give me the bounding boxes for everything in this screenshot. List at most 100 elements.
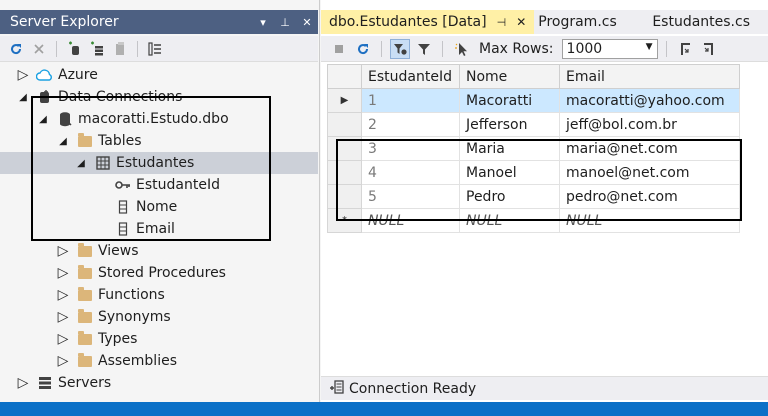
tree-item-label: Views [98, 243, 139, 259]
new-row[interactable]: * NULL NULL NULL [327, 208, 740, 233]
cell-nome[interactable]: Jefferson [459, 112, 560, 137]
connect-sharepoint-icon[interactable] [110, 39, 130, 59]
tree-item-database-connection[interactable]: ◢ macoratti.Estudo.dbo [0, 108, 318, 130]
pin-icon[interactable]: ⊥ [274, 16, 296, 29]
tree-item-assemblies[interactable]: ▷ Assemblies [0, 350, 318, 372]
max-rows-label: Max Rows: [479, 40, 554, 57]
refresh-icon[interactable] [6, 39, 26, 59]
tab-estudantes-data[interactable]: dbo.Estudantes [Data] ⊣ ✕ [321, 10, 535, 34]
tree-item-label: Nome [136, 199, 178, 215]
cell-nome[interactable]: Manoel [459, 160, 560, 185]
cell-email[interactable]: NULL [559, 208, 740, 233]
tab-label: dbo.Estudantes [Data] [329, 14, 487, 30]
tree-item-table-estudantes[interactable]: ◢ Estudantes [0, 152, 318, 174]
collapse-icon[interactable]: ◢ [36, 112, 50, 126]
expand-icon[interactable]: ▷ [56, 331, 70, 347]
cell-nome[interactable]: Macoratti [459, 88, 560, 113]
server-explorer-panel: Server Explorer ▾ ⊥ ✕ ▷ Azure ◢ Data Con… [0, 0, 320, 416]
chevron-down-icon[interactable]: ▼ [646, 42, 653, 52]
tree-item-functions[interactable]: ▷ Functions [0, 284, 318, 306]
connect-server-icon[interactable] [87, 39, 107, 59]
toolbar-separator [137, 40, 138, 57]
panel-title: Server Explorer [10, 14, 119, 30]
window-position-icon[interactable]: ▾ [252, 16, 274, 29]
cell-email[interactable]: manoel@net.com [559, 160, 740, 185]
table-row[interactable]: 3 Maria maria@net.com [327, 136, 740, 161]
properties-icon[interactable] [145, 39, 165, 59]
row-header[interactable]: ▶ [327, 88, 362, 113]
tree-item-azure[interactable]: ▷ Azure [0, 64, 318, 86]
cell-email[interactable]: pedro@net.com [559, 184, 740, 209]
cell-estudanteid[interactable]: 3 [361, 136, 460, 161]
toolbar-separator [665, 40, 667, 57]
tree-item-label: Email [136, 221, 175, 237]
row-header[interactable]: * [327, 208, 362, 233]
collapse-icon[interactable]: ◢ [56, 134, 70, 148]
max-rows-dropdown[interactable]: 1000 ▼ [561, 38, 658, 59]
connect-database-icon[interactable] [64, 39, 84, 59]
tree-item-label: Types [98, 331, 138, 347]
tree-item-label: Assemblies [98, 353, 177, 369]
script-icon[interactable] [451, 39, 471, 59]
cell-estudanteid[interactable]: 4 [361, 160, 460, 185]
table-row[interactable]: 5 Pedro pedro@net.com [327, 184, 740, 209]
collapse-icon[interactable]: ◢ [16, 90, 30, 104]
cell-email[interactable]: maria@net.com [559, 136, 740, 161]
expand-icon[interactable]: ▷ [56, 353, 70, 369]
cell-estudanteid[interactable]: 5 [361, 184, 460, 209]
row-header[interactable] [327, 160, 362, 185]
data-connections-icon [36, 88, 54, 106]
tab-estudantes-cs[interactable]: Estudantes.cs [644, 10, 768, 34]
stop-icon[interactable] [29, 39, 49, 59]
pin-icon[interactable]: ⊣ [497, 16, 507, 29]
status-bar: Connection Ready [321, 376, 768, 400]
pivot-alt-icon[interactable] [699, 39, 719, 59]
server-explorer-title-bar: Server Explorer ▾ ⊥ ✕ [0, 10, 318, 34]
cell-nome[interactable]: Maria [459, 136, 560, 161]
close-icon[interactable]: ✕ [516, 15, 526, 29]
cell-estudanteid[interactable]: 2 [361, 112, 460, 137]
tree-item-synonyms[interactable]: ▷ Synonyms [0, 306, 318, 328]
cell-nome[interactable]: NULL [459, 208, 560, 233]
ide-status-bar [0, 402, 768, 416]
refresh-icon[interactable] [353, 39, 373, 59]
table-row[interactable]: 4 Manoel manoel@net.com [327, 160, 740, 185]
grid-corner-cell[interactable] [327, 64, 362, 89]
collapse-icon[interactable]: ◢ [74, 156, 88, 170]
expander-placeholder [94, 178, 108, 192]
tree-item-column-nome[interactable]: Nome [0, 196, 318, 218]
tree-item-servers[interactable]: ▷ Servers [0, 372, 318, 394]
column-header-nome[interactable]: Nome [459, 64, 560, 89]
column-header-email[interactable]: Email [559, 64, 740, 89]
sort-filter-icon[interactable] [390, 38, 410, 59]
cell-estudanteid[interactable]: 1 [361, 88, 460, 113]
close-icon[interactable]: ✕ [296, 16, 318, 29]
pivot-icon[interactable] [675, 39, 695, 59]
tab-program-cs[interactable]: Program.cs [534, 10, 625, 34]
stop-icon[interactable] [329, 39, 349, 59]
tree-item-views[interactable]: ▷ Views [0, 240, 318, 262]
table-row[interactable]: 2 Jefferson jeff@bol.com.br [327, 112, 740, 137]
row-header[interactable] [327, 112, 362, 137]
cell-email[interactable]: macoratti@yahoo.com [559, 88, 740, 113]
column-header-estudanteid[interactable]: EstudanteId [361, 64, 460, 89]
expand-icon[interactable]: ▷ [56, 265, 70, 281]
filter-icon[interactable] [414, 39, 434, 59]
table-row[interactable]: ▶ 1 Macoratti macoratti@yahoo.com [327, 88, 740, 113]
cell-email[interactable]: jeff@bol.com.br [559, 112, 740, 137]
expand-icon[interactable]: ▷ [16, 375, 30, 391]
row-header[interactable] [327, 136, 362, 161]
row-header[interactable] [327, 184, 362, 209]
tree-item-data-connections[interactable]: ◢ Data Connections [0, 86, 318, 108]
tree-item-types[interactable]: ▷ Types [0, 328, 318, 350]
expand-icon[interactable]: ▷ [56, 243, 70, 259]
expand-icon[interactable]: ▷ [16, 67, 30, 83]
tree-item-column-email[interactable]: Email [0, 218, 318, 240]
tree-item-tables[interactable]: ◢ Tables [0, 130, 318, 152]
expand-icon[interactable]: ▷ [56, 287, 70, 303]
expand-icon[interactable]: ▷ [56, 309, 70, 325]
tree-item-stored-procedures[interactable]: ▷ Stored Procedures [0, 262, 318, 284]
cell-estudanteid[interactable]: NULL [361, 208, 460, 233]
tree-item-column-estudanteid[interactable]: EstudanteId [0, 174, 318, 196]
cell-nome[interactable]: Pedro [459, 184, 560, 209]
